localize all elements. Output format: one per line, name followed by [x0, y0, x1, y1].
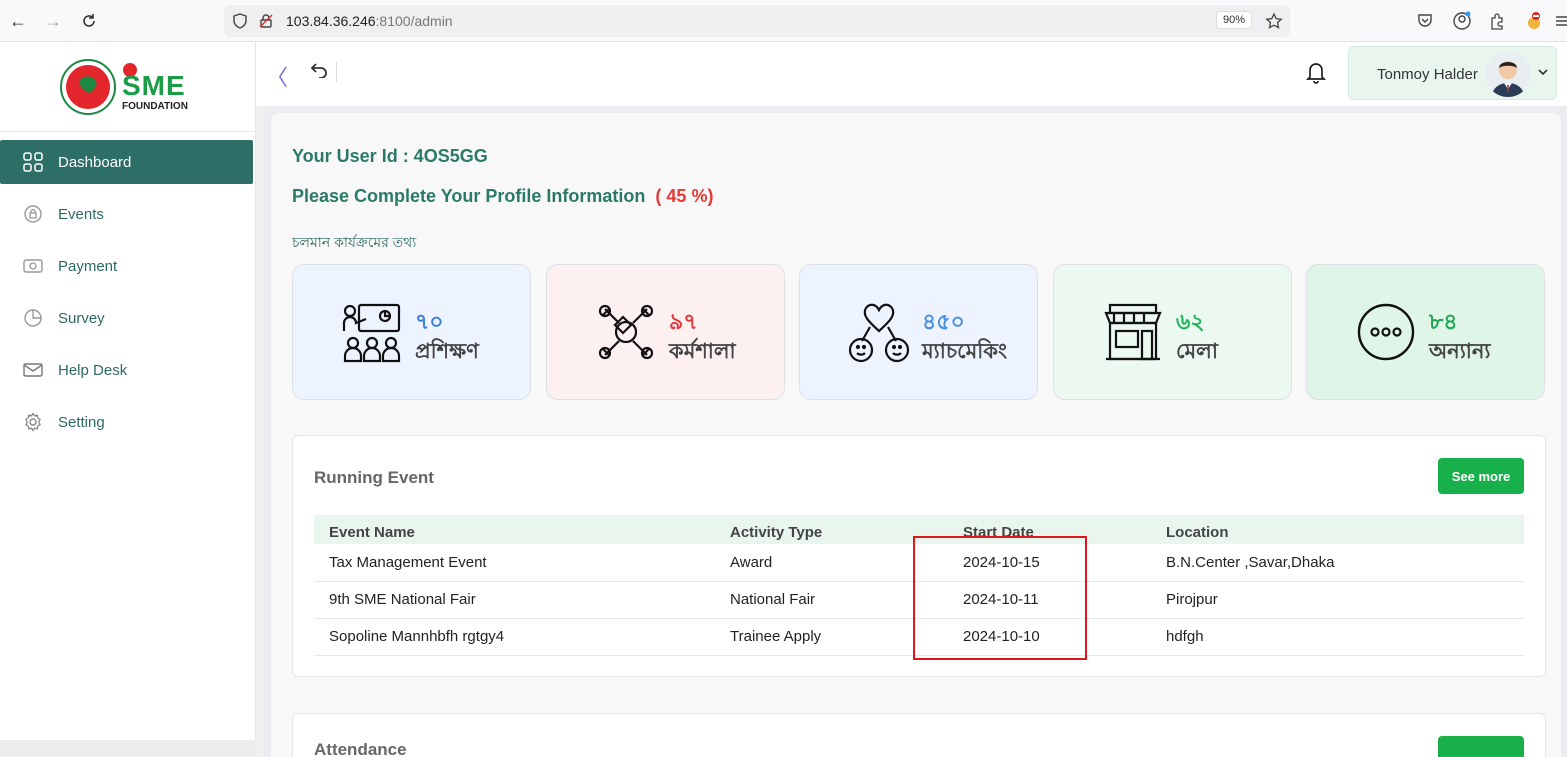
logo-subtext: FOUNDATION	[122, 101, 188, 112]
sidebar-item-label: Events	[58, 205, 104, 223]
shield-icon	[232, 13, 248, 34]
stat-label: মেলা	[1176, 340, 1218, 363]
see-more-button[interactable]: See more	[1438, 458, 1524, 494]
addon-icon[interactable]	[1523, 10, 1545, 32]
sidebar-item-help-desk[interactable]: Help Desk	[0, 348, 253, 392]
main-content: Your User Id : 4OS5GG Please Complete Yo…	[264, 106, 1567, 757]
dashboard-panel: Your User Id : 4OS5GG Please Complete Yo…	[271, 113, 1561, 757]
menu-icon[interactable]	[1553, 10, 1567, 32]
location-cell: B.N.Center ,Savar,Dhaka	[1151, 544, 1524, 582]
store-icon	[1102, 301, 1164, 363]
stat-card-fair[interactable]: ৬২ মেলা	[1053, 264, 1292, 400]
forward-icon[interactable]: →	[40, 8, 66, 34]
mail-icon	[22, 359, 44, 381]
location-cell: Pirojpur	[1151, 581, 1524, 619]
insecure-lock-icon[interactable]	[258, 13, 274, 34]
reload-icon[interactable]	[76, 8, 102, 34]
profile-prompt: Please Complete Your Profile Information	[292, 186, 646, 206]
stat-card-training[interactable]: ৭০ প্রশিক্ষণ	[292, 264, 531, 400]
bookmark-star-icon[interactable]	[1265, 12, 1283, 35]
event-name-cell: 9th SME National Fair	[314, 581, 715, 619]
pie-chart-icon	[22, 307, 44, 329]
logo-text: SME	[122, 70, 186, 101]
bell-icon[interactable]	[1305, 60, 1327, 89]
attendance-card: Attendance	[292, 713, 1546, 757]
stat-card-matchmaking[interactable]: ৪৫০ ম্যাচমেকিং	[799, 264, 1038, 400]
sidebar-item-setting[interactable]: Setting	[0, 400, 253, 444]
pocket-icon[interactable]	[1414, 10, 1436, 32]
event-name-cell: Tax Management Event	[314, 544, 715, 582]
profile-completion[interactable]: Please Complete Your Profile Information…	[292, 186, 713, 207]
user-id: Your User Id : 4OS5GG	[292, 146, 488, 166]
avatar[interactable]	[1485, 51, 1531, 97]
running-event-card: Running Event See more Event Name Activi…	[292, 435, 1546, 677]
grid-icon	[22, 151, 44, 173]
sidebar: SME FOUNDATION Dashboard Events Payment	[0, 42, 256, 757]
event-name-cell: Sopoline Mannhbfh rgtgy4	[314, 618, 715, 656]
browser-toolbar: ← → 103.84.36.246:8100/admin 90%	[0, 0, 1567, 42]
sidebar-item-label: Help Desk	[58, 361, 128, 379]
sidebar-item-events[interactable]: Events	[0, 192, 253, 236]
chevron-down-icon[interactable]	[1537, 65, 1549, 83]
stat-card-others[interactable]: ৮৪ অন্যান্য	[1306, 264, 1545, 400]
sidebar-item-label: Setting	[58, 413, 105, 431]
url-text: 103.84.36.246:8100/admin	[286, 13, 453, 29]
attendance-title: Attendance	[314, 740, 407, 757]
location-cell: hdfgh	[1151, 618, 1524, 656]
sidebar-scrollbar[interactable]	[0, 740, 256, 757]
column-header: Event Name	[314, 515, 715, 544]
column-header: Location	[1151, 515, 1524, 544]
user-name: Tonmoy Halder	[1377, 66, 1478, 83]
sidebar-menu: Dashboard Events Payment Survey Help Des…	[0, 140, 256, 452]
section-heading: চলমান কার্যক্রমের তথ্য	[292, 234, 417, 250]
gear-icon	[22, 411, 44, 433]
sidebar-item-label: Survey	[58, 309, 105, 327]
stat-label: প্রশিক্ষণ	[415, 340, 479, 363]
more-dots-icon	[1355, 301, 1417, 363]
topbar: 〈 Tonmoy Halder	[256, 42, 1567, 106]
back-icon[interactable]: ←	[5, 8, 31, 34]
running-event-title: Running Event	[314, 468, 434, 487]
user-menu[interactable]: Tonmoy Halder	[1348, 46, 1557, 100]
sidebar-item-label: Dashboard	[58, 153, 132, 171]
sidebar-item-payment[interactable]: Payment	[0, 244, 253, 288]
account-icon[interactable]	[1451, 10, 1473, 32]
workshop-icon	[595, 301, 657, 363]
divider	[336, 62, 337, 82]
start-date-highlight	[913, 536, 1087, 660]
collapse-sidebar-icon[interactable]: 〈	[266, 60, 288, 92]
sidebar-item-survey[interactable]: Survey	[0, 296, 253, 340]
extensions-icon[interactable]	[1486, 10, 1508, 32]
attendance-button[interactable]	[1438, 736, 1524, 757]
stat-card-workshop[interactable]: ৯৭ কর্মশালা	[546, 264, 785, 400]
matchmaking-icon	[848, 301, 910, 363]
undo-icon[interactable]	[310, 62, 328, 83]
zoom-badge[interactable]: 90%	[1215, 11, 1252, 29]
training-icon	[341, 301, 403, 363]
address-bar[interactable]: 103.84.36.246:8100/admin 90%	[224, 5, 1290, 37]
sme-foundation-logo[interactable]: SME FOUNDATION	[60, 58, 200, 116]
sidebar-item-label: Payment	[58, 257, 118, 275]
profile-percent: ( 45 %)	[655, 186, 714, 206]
stat-label: কর্মশালা	[669, 340, 736, 363]
lock-icon	[22, 203, 44, 225]
stat-label: অন্যান্য	[1429, 340, 1491, 363]
logo-area: SME FOUNDATION	[0, 42, 256, 132]
stat-label: ম্যাচমেকিং	[922, 340, 1008, 363]
cash-icon	[22, 255, 44, 277]
sidebar-item-dashboard[interactable]: Dashboard	[0, 140, 253, 184]
